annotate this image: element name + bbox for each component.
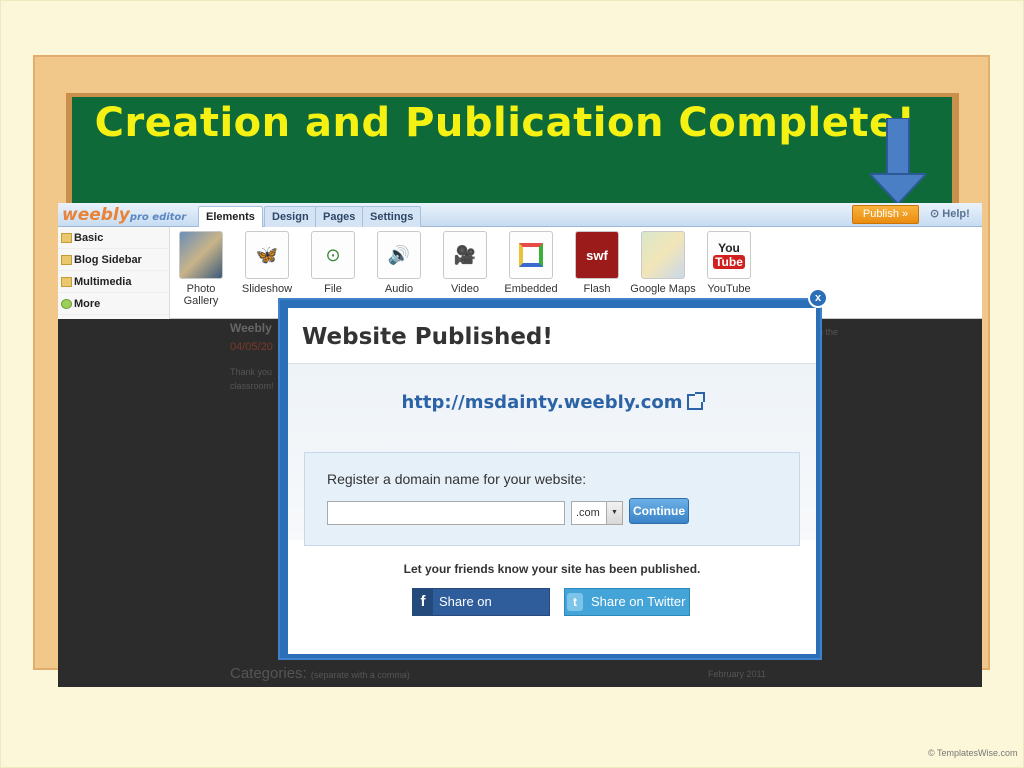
post-date: 04/05/20 (230, 341, 273, 353)
template-credit: © TemplatesWise.com (928, 748, 1018, 758)
element-video[interactable]: 🎥 Video (432, 231, 498, 295)
sidebar-item-basic[interactable]: Basic (58, 227, 169, 249)
sidebar-item-multimedia[interactable]: Multimedia (58, 271, 169, 293)
dialog-footer: Let your friends know your site has been… (288, 540, 816, 654)
video-icon: 🎥 (443, 231, 487, 279)
close-icon[interactable]: x (808, 288, 828, 308)
dialog-body: http://msdainty.weebly.com Register a do… (288, 364, 816, 546)
element-photo-gallery[interactable]: Photo Gallery (168, 231, 234, 307)
tab-settings[interactable]: Settings (362, 206, 422, 227)
tab-elements[interactable]: Elements (198, 206, 263, 228)
google-maps-icon (641, 231, 685, 279)
element-embedded[interactable]: Embedded (498, 231, 564, 295)
publish-dialog-panel: Website Published! http://msdainty.weebl… (288, 308, 816, 654)
dialog-title: Website Published! (288, 308, 816, 364)
post-text-2: classroom! (230, 381, 274, 391)
publish-button[interactable]: Publish » (852, 205, 919, 224)
arrow-down-icon (870, 118, 926, 206)
categories-label: Categories: (separate with a comma) (230, 665, 410, 682)
embedded-icon (509, 231, 553, 279)
slide-title: Creation and Publication Complete! (94, 100, 916, 146)
element-flash[interactable]: swf Flash (564, 231, 630, 295)
slideshow-icon: 🦋 (245, 231, 289, 279)
youtube-icon: You Tube (707, 231, 751, 279)
domain-input[interactable] (327, 501, 565, 525)
publish-dialog: Website Published! http://msdainty.weebl… (278, 298, 822, 660)
domain-label: Register a domain name for your website: (327, 471, 587, 487)
share-prompt: Let your friends know your site has been… (403, 562, 701, 576)
chevron-down-icon: ▼ (606, 502, 622, 524)
element-slideshow[interactable]: 🦋 Slideshow (234, 231, 300, 295)
tld-select[interactable]: .com ▼ (571, 501, 623, 525)
continue-button[interactable]: Continue (629, 498, 689, 524)
photo-gallery-icon (179, 231, 223, 279)
editor-topbar: weeblypro editor Elements Design Pages S… (58, 203, 982, 228)
element-categories: Basic Blog Sidebar Multimedia More (58, 227, 170, 319)
weebly-logo: weeblypro editor (62, 205, 187, 225)
share-facebook-button[interactable]: Share on Facebook (412, 588, 550, 635)
flash-icon: swf (575, 231, 619, 279)
element-google-maps[interactable]: Google Maps (630, 231, 696, 295)
sidebar-item-blog-sidebar[interactable]: Blog Sidebar (58, 249, 169, 271)
file-icon: ⊙ (311, 231, 355, 279)
element-youtube[interactable]: You Tube YouTube (696, 231, 762, 295)
archive-item: February 2011 (708, 669, 766, 679)
element-audio[interactable]: 🔊 Audio (366, 231, 432, 295)
element-file[interactable]: ⊙ File (300, 231, 366, 295)
post-text: Thank you (230, 367, 273, 377)
post-title: Weebly (230, 321, 272, 335)
audio-icon: 🔊 (377, 231, 421, 279)
tab-design[interactable]: Design (264, 206, 317, 227)
site-url-link[interactable]: http://msdainty.weebly.com (288, 392, 816, 413)
tab-pages[interactable]: Pages (315, 206, 364, 227)
external-link-icon (686, 392, 705, 410)
domain-register-box: Register a domain name for your website:… (304, 452, 800, 546)
share-twitter-button[interactable]: Share on Twitter (564, 588, 690, 616)
help-link[interactable]: ⊙ Help! (930, 207, 970, 220)
help-icon: ⊙ (930, 208, 943, 220)
sidebar-item-more[interactable]: More (58, 293, 169, 315)
